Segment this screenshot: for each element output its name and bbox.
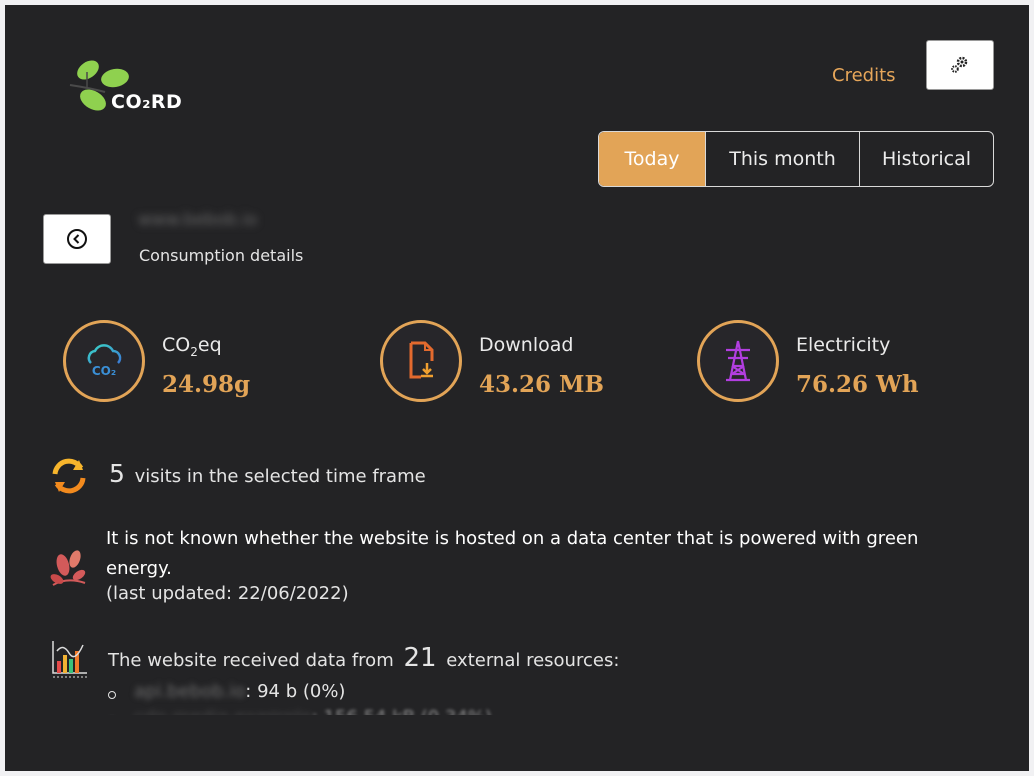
settings-button[interactable]	[926, 40, 994, 90]
external-resources-summary: The website received data from 21 extern…	[108, 643, 620, 673]
credits-link[interactable]: Credits	[832, 65, 896, 86]
co2-cloud-icon: CO₂	[63, 320, 145, 402]
page-subtitle: Consumption details	[139, 246, 304, 265]
logo-text: CO₂RD	[111, 91, 183, 113]
visits-count: 5	[109, 459, 125, 488]
back-arrow-icon	[67, 229, 87, 249]
external-count: 21	[403, 643, 437, 673]
visits-summary: 5 visits in the selected time frame	[109, 459, 426, 488]
site-name: www.bebob.io	[138, 210, 258, 230]
gears-icon	[951, 56, 968, 73]
tab-today[interactable]: Today	[599, 132, 705, 186]
green-hosting-text: It is not known whether the website is h…	[106, 528, 919, 579]
time-range-tabs: Today This month Historical	[598, 131, 994, 187]
download-value: 43.26 MB	[479, 371, 604, 398]
back-button[interactable]	[43, 214, 111, 264]
list-item: api.bebob.io: 94 b (0%)	[106, 681, 492, 707]
svg-text:CO₂: CO₂	[92, 364, 116, 378]
tab-historical[interactable]: Historical	[859, 132, 993, 186]
leaf-icon	[50, 550, 86, 586]
app-panel: CO₂RD Credits Today This month Historica…	[5, 5, 1029, 771]
co2-label: CO2eq	[162, 334, 222, 359]
scroll-fade	[5, 715, 1029, 771]
refresh-icon	[52, 458, 86, 494]
file-download-icon	[380, 320, 462, 402]
visits-text: visits in the selected time frame	[134, 466, 426, 487]
tab-this-month[interactable]: This month	[705, 132, 859, 186]
co2-value: 24.98g	[162, 371, 251, 398]
download-label: Download	[479, 334, 574, 356]
chart-icon	[52, 641, 87, 678]
last-updated: (last updated: 22/06/2022)	[106, 583, 349, 604]
power-tower-icon	[697, 320, 779, 402]
resource-size: : 94 b (0%)	[245, 681, 346, 702]
electricity-value: 76.26 Wh	[796, 371, 919, 398]
resource-host: api.bebob.io	[134, 681, 246, 702]
electricity-label: Electricity	[796, 334, 891, 356]
